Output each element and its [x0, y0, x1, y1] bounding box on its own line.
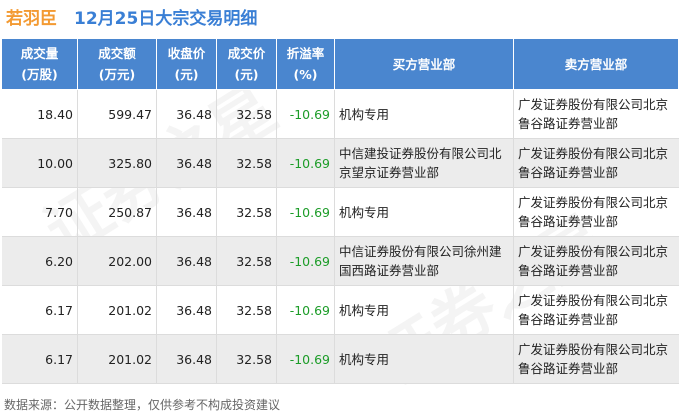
- cell-premium: -10.69: [276, 138, 335, 188]
- cell-volume: 10.00: [1, 138, 78, 188]
- cell-seller: 广发证券股份有限公司北京鲁谷路证券营业部: [513, 187, 679, 237]
- cell-volume: 6.20: [1, 236, 78, 286]
- cell-volume: 6.17: [1, 334, 78, 384]
- column-header-volume: 成交量 (万股): [1, 38, 78, 90]
- cell-premium: -10.69: [276, 334, 335, 384]
- table-row: 6.17 201.02 36.48 32.58 -10.69 机构专用 广发证券…: [1, 334, 679, 384]
- cell-premium: -10.69: [276, 187, 335, 237]
- column-header-price: 成交价 (元): [216, 38, 277, 90]
- cell-price: 32.58: [216, 89, 277, 139]
- cell-amount: 325.80: [77, 138, 157, 188]
- cell-price: 32.58: [216, 236, 277, 286]
- table-header-row: 成交量 (万股) 成交额 (万元) 收盘价 (元) 成交价 (元) 折溢率 (%) 买方营…: [1, 38, 679, 90]
- table-row: 7.70 250.87 36.48 32.58 -10.69 机构专用 广发证券…: [1, 187, 679, 237]
- cell-amount: 201.02: [77, 334, 157, 384]
- cell-seller: 广发证券股份有限公司北京鲁谷路证券营业部: [513, 285, 679, 335]
- cell-close: 36.48: [156, 236, 217, 286]
- cell-amount: 201.02: [77, 285, 157, 335]
- cell-seller: 广发证券股份有限公司北京鲁谷路证券营业部: [513, 89, 679, 139]
- column-header-amount: 成交额 (万元): [77, 38, 157, 90]
- cell-buyer: 中信证券股份有限公司徐州建国西路证券营业部: [334, 236, 514, 286]
- cell-premium: -10.69: [276, 236, 335, 286]
- cell-buyer: 中信建投证券股份有限公司北京望京证券营业部: [334, 138, 514, 188]
- data-source-note: 数据来源：公开数据整理，仅供参考不构成投资建议: [4, 398, 281, 412]
- block-trade-table: 成交量 (万股) 成交额 (万元) 收盘价 (元) 成交价 (元) 折溢率 (%) 买方营…: [1, 38, 679, 384]
- cell-amount: 250.87: [77, 187, 157, 237]
- column-header-premium: 折溢率 (%): [276, 38, 335, 90]
- cell-close: 36.48: [156, 138, 217, 188]
- table-row: 10.00 325.80 36.48 32.58 -10.69 中信建投证券股份…: [1, 138, 679, 188]
- cell-close: 36.48: [156, 334, 217, 384]
- cell-amount: 599.47: [77, 89, 157, 139]
- cell-buyer: 机构专用: [334, 89, 514, 139]
- page-title: 12月25日大宗交易明细: [74, 9, 258, 29]
- cell-price: 32.58: [216, 138, 277, 188]
- cell-seller: 广发证券股份有限公司北京鲁谷路证券营业部: [513, 334, 679, 384]
- column-header-close: 收盘价 (元): [156, 38, 217, 90]
- cell-price: 32.58: [216, 334, 277, 384]
- cell-volume: 18.40: [1, 89, 78, 139]
- cell-seller: 广发证券股份有限公司北京鲁谷路证券营业部: [513, 138, 679, 188]
- cell-close: 36.48: [156, 187, 217, 237]
- table-row: 18.40 599.47 36.48 32.58 -10.69 机构专用 广发证…: [1, 89, 679, 139]
- stock-name: 若羽臣: [6, 9, 57, 29]
- page-header: 若羽臣 12月25日大宗交易明细: [0, 0, 680, 36]
- cell-buyer: 机构专用: [334, 334, 514, 384]
- cell-buyer: 机构专用: [334, 187, 514, 237]
- table-row: 6.20 202.00 36.48 32.58 -10.69 中信证券股份有限公…: [1, 236, 679, 286]
- cell-amount: 202.00: [77, 236, 157, 286]
- cell-volume: 6.17: [1, 285, 78, 335]
- cell-volume: 7.70: [1, 187, 78, 237]
- cell-premium: -10.69: [276, 89, 335, 139]
- cell-price: 32.58: [216, 187, 277, 237]
- cell-premium: -10.69: [276, 285, 335, 335]
- column-header-seller: 卖方营业部: [513, 38, 679, 90]
- column-header-buyer: 买方营业部: [334, 38, 514, 90]
- cell-close: 36.48: [156, 285, 217, 335]
- cell-buyer: 机构专用: [334, 285, 514, 335]
- cell-close: 36.48: [156, 89, 217, 139]
- table-row: 6.17 201.02 36.48 32.58 -10.69 机构专用 广发证券…: [1, 285, 679, 335]
- cell-price: 32.58: [216, 285, 277, 335]
- cell-seller: 广发证券股份有限公司北京鲁谷路证券营业部: [513, 236, 679, 286]
